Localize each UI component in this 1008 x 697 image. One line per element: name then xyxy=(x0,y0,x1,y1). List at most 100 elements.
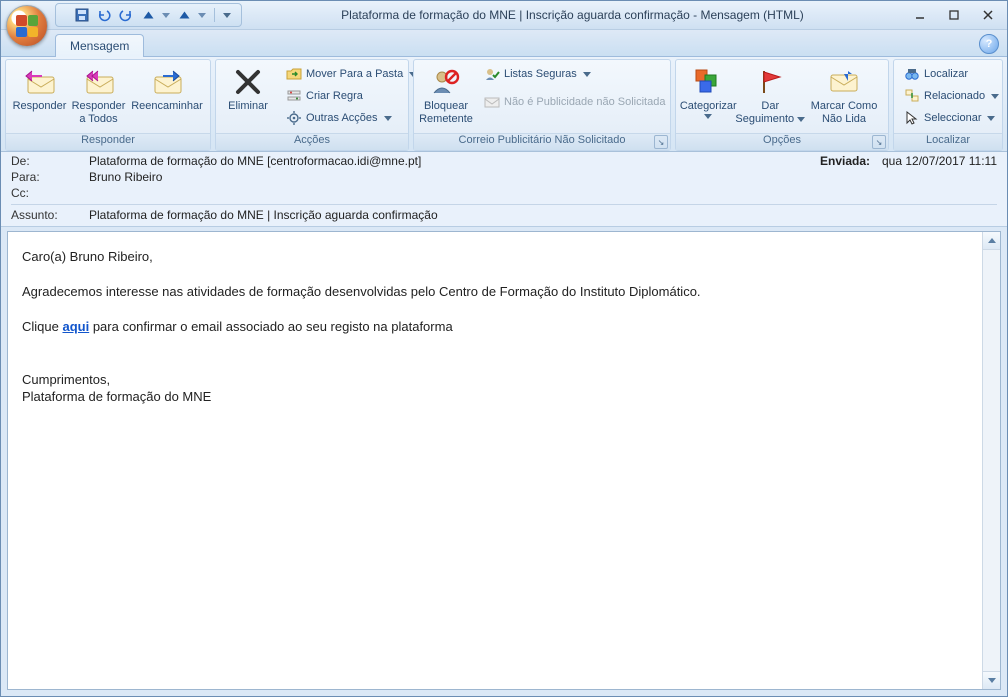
unread-label-2: Não Lida xyxy=(822,113,866,126)
reply-icon xyxy=(24,66,56,98)
group-accoes-title: Acções xyxy=(216,133,408,150)
unread-label-1: Marcar Como xyxy=(811,100,878,113)
subject-value: Plataforma de formação do MNE | Inscriçã… xyxy=(89,208,997,222)
create-rule-button[interactable]: Criar Regra xyxy=(282,86,421,106)
to-label: Para: xyxy=(11,170,83,184)
rule-icon xyxy=(286,88,302,104)
safe-lists-button[interactable]: Listas Seguras xyxy=(480,64,669,84)
group-opcoes: Categorizar Dar Seguimento Marcar Como N… xyxy=(675,59,889,151)
other-label: Outras Acções xyxy=(306,112,378,124)
message-body-container: Caro(a) Bruno Ribeiro, Agradecemos inter… xyxy=(7,231,1001,690)
chevron-down-icon xyxy=(988,678,996,683)
group-localizar: Localizar Relacionado Seleccionar Locali… xyxy=(893,59,1003,151)
to-value: Bruno Ribeiro xyxy=(89,170,997,184)
office-logo-icon xyxy=(16,15,38,37)
sent-label: Enviada: xyxy=(820,154,876,168)
dialog-launcher-icon[interactable]: ↘ xyxy=(872,135,886,149)
body-closing1: Cumprimentos, xyxy=(22,371,968,389)
from-label: De: xyxy=(11,154,83,168)
body-p2b: para confirmar o email associado ao seu … xyxy=(89,319,452,334)
undo-icon[interactable] xyxy=(96,7,112,23)
block-label-2: Remetente xyxy=(419,113,473,126)
group-junk-title: Correio Publicitário Não Solicitado↘ xyxy=(414,133,670,150)
group-responder-title: Responder xyxy=(6,133,210,150)
ribbon-tab-row: Mensagem ? xyxy=(1,30,1007,57)
confirm-link[interactable]: aqui xyxy=(62,319,89,334)
message-header: De: Plataforma de formação do MNE [centr… xyxy=(1,152,1007,227)
body-p1: Agradecemos interesse nas atividades de … xyxy=(22,283,968,301)
follow-label-1: Dar xyxy=(761,100,779,113)
scroll-up-button[interactable] xyxy=(983,232,1000,250)
binoculars-icon xyxy=(904,66,920,82)
group-responder: Responder Responder a Todos Reencaminhar… xyxy=(5,59,211,151)
next-item-dropdown-icon[interactable] xyxy=(198,13,206,18)
forward-button[interactable]: Reencaminhar xyxy=(128,62,206,131)
office-button[interactable] xyxy=(6,5,48,47)
vertical-scrollbar[interactable] xyxy=(982,232,1000,689)
window-controls xyxy=(903,4,1005,26)
not-junk-button: Não é Publicidade não Solicitada xyxy=(480,92,669,112)
cc-value xyxy=(89,186,997,200)
maximize-button[interactable] xyxy=(937,4,971,26)
delete-button[interactable]: Eliminar xyxy=(220,62,276,131)
move-label: Mover Para a Pasta xyxy=(306,68,403,80)
chevron-down-icon xyxy=(991,94,999,99)
redo-icon[interactable] xyxy=(118,7,134,23)
not-junk-label: Não é Publicidade não Solicitada xyxy=(504,96,665,108)
follow-up-button[interactable]: Dar Seguimento xyxy=(737,62,804,131)
from-value: Plataforma de formação do MNE [centrofor… xyxy=(89,154,814,168)
related-label: Relacionado xyxy=(924,90,985,102)
find-label: Localizar xyxy=(924,68,968,80)
minimize-button[interactable] xyxy=(903,4,937,26)
dialog-launcher-icon[interactable]: ↘ xyxy=(654,135,668,149)
close-button[interactable] xyxy=(971,4,1005,26)
reply-all-label-2: a Todos xyxy=(79,113,117,126)
reply-all-icon xyxy=(83,66,115,98)
categorize-button[interactable]: Categorizar xyxy=(680,62,737,131)
reply-button[interactable]: Responder xyxy=(10,62,69,131)
chevron-up-icon xyxy=(988,238,996,243)
qat-customize-icon[interactable] xyxy=(223,13,231,18)
sent-value: qua 12/07/2017 11:11 xyxy=(882,154,997,168)
related-button[interactable]: Relacionado xyxy=(900,86,1000,106)
select-cursor-icon xyxy=(904,110,920,126)
next-item-icon[interactable] xyxy=(176,7,192,23)
select-button[interactable]: Seleccionar xyxy=(900,108,1000,128)
not-junk-icon xyxy=(484,94,500,110)
find-button[interactable]: Localizar xyxy=(900,64,1000,84)
reply-all-button[interactable]: Responder a Todos xyxy=(69,62,128,131)
rule-label: Criar Regra xyxy=(306,90,363,102)
window-title: Plataforma de formação do MNE | Inscriçã… xyxy=(242,8,903,22)
mark-unread-button[interactable]: Marcar Como Não Lida xyxy=(804,62,884,131)
block-sender-button[interactable]: Bloquear Remetente xyxy=(418,62,474,131)
help-button[interactable]: ? xyxy=(979,34,999,54)
qat-separator xyxy=(214,8,215,22)
group-opcoes-title: Opções↘ xyxy=(676,133,888,150)
tab-mensagem[interactable]: Mensagem xyxy=(55,34,144,57)
body-p2: Clique aqui para confirmar o email assoc… xyxy=(22,318,968,336)
save-icon[interactable] xyxy=(74,7,90,23)
folder-move-icon xyxy=(286,66,302,82)
group-accoes: Eliminar Mover Para a Pasta Criar Regra xyxy=(215,59,409,151)
prev-item-icon[interactable] xyxy=(140,7,156,23)
other-actions-button[interactable]: Outras Acções xyxy=(282,108,421,128)
reply-label: Responder xyxy=(13,100,67,113)
subject-label: Assunto: xyxy=(11,208,83,222)
message-body[interactable]: Caro(a) Bruno Ribeiro, Agradecemos inter… xyxy=(8,232,982,689)
scroll-down-button[interactable] xyxy=(983,671,1000,689)
group-junk: Bloquear Remetente Listas Seguras Não é … xyxy=(413,59,671,151)
block-sender-icon xyxy=(430,66,462,98)
gear-icon xyxy=(286,110,302,126)
reply-all-label-1: Responder xyxy=(72,100,126,113)
body-greeting: Caro(a) Bruno Ribeiro, xyxy=(22,248,968,266)
safe-lists-icon xyxy=(484,66,500,82)
delete-label: Eliminar xyxy=(228,100,268,113)
categorize-icon xyxy=(692,66,724,98)
title-bar: Plataforma de formação do MNE | Inscriçã… xyxy=(1,1,1007,30)
chevron-down-icon xyxy=(987,116,995,121)
chevron-down-icon xyxy=(583,72,591,77)
move-to-folder-button[interactable]: Mover Para a Pasta xyxy=(282,64,421,84)
chevron-down-icon xyxy=(384,116,392,121)
prev-item-dropdown-icon[interactable] xyxy=(162,13,170,18)
body-p2a: Clique xyxy=(22,319,62,334)
